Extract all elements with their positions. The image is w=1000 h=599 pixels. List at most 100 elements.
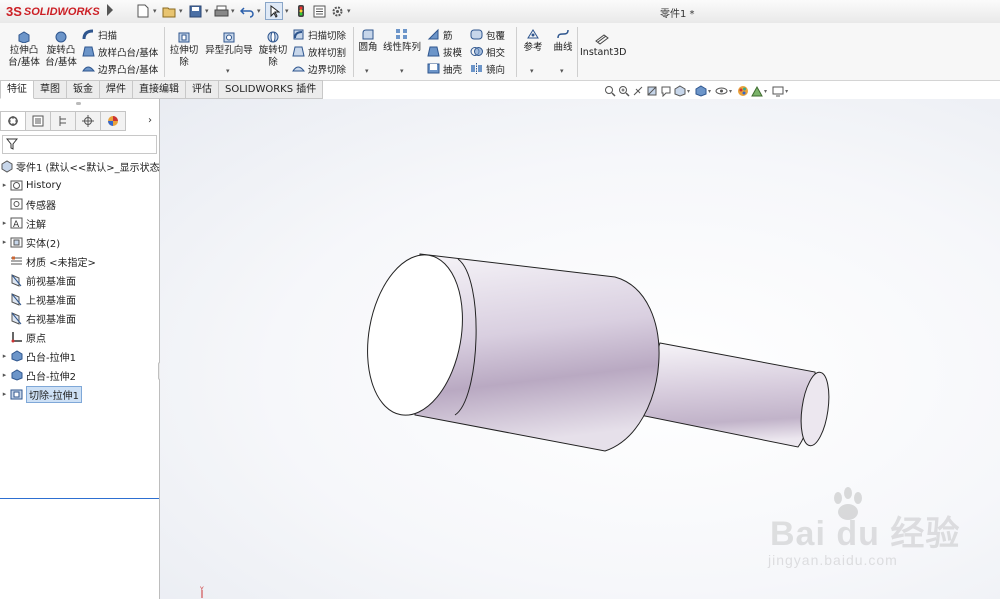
tab-sheet-metal[interactable]: 钣金 bbox=[67, 80, 100, 99]
configuration-manager-tab-icon[interactable] bbox=[51, 111, 76, 131]
extrude-boss-button[interactable]: 拉伸凸台/基体 bbox=[6, 31, 42, 69]
tree-item-boss-extrude1[interactable]: ▸ 凸台-拉伸1 bbox=[0, 347, 159, 365]
revolve-cut-button[interactable]: 旋转切除 bbox=[257, 31, 289, 69]
revolve-boss-button[interactable]: 旋转凸台/基体 bbox=[44, 31, 78, 69]
display-manager-tab-icon[interactable] bbox=[101, 111, 126, 131]
expand-arrow-icon[interactable]: ▸ bbox=[0, 219, 9, 227]
view-orientation-dropdown-icon[interactable]: ▾ bbox=[687, 88, 690, 95]
open-dropdown-icon[interactable]: ▾ bbox=[179, 7, 185, 15]
curves-button[interactable]: 曲线 bbox=[551, 28, 575, 54]
extrude-cut-button[interactable]: 拉伸切除 bbox=[168, 31, 200, 69]
intersect-button[interactable]: 相交 bbox=[470, 43, 505, 60]
open-folder-icon[interactable] bbox=[161, 3, 177, 19]
loft-boss-button[interactable]: 放样凸台/基体 bbox=[82, 43, 158, 60]
print-icon[interactable] bbox=[213, 3, 229, 19]
tab-sketch[interactable]: 草图 bbox=[34, 80, 67, 99]
tree-item-cut-extrude1[interactable]: ▸ 切除-拉伸1 bbox=[0, 385, 159, 403]
undo-icon[interactable] bbox=[239, 3, 255, 19]
edit-appearance-icon[interactable] bbox=[736, 85, 749, 98]
rebuild-traffic-light-icon[interactable] bbox=[293, 3, 309, 19]
fillet-dropdown-icon[interactable]: ▾ bbox=[365, 67, 369, 75]
undo-dropdown-icon[interactable]: ▾ bbox=[257, 7, 263, 15]
linear-pattern-dropdown-icon[interactable]: ▾ bbox=[400, 67, 404, 75]
expand-arrow-icon[interactable]: ▸ bbox=[0, 390, 9, 398]
tree-root-part[interactable]: 零件1 (默认<<默认>_显示状态 bbox=[0, 157, 159, 175]
dynamic-annotation-icon[interactable] bbox=[659, 85, 672, 98]
sweep-button[interactable]: 扫描 bbox=[82, 26, 117, 43]
save-icon[interactable] bbox=[187, 3, 203, 19]
linear-pattern-button[interactable]: 线性阵列 bbox=[382, 28, 422, 54]
dimxpert-manager-tab-icon[interactable] bbox=[76, 111, 101, 131]
reference-geometry-button[interactable]: 参考 bbox=[521, 28, 545, 54]
print-dropdown-icon[interactable]: ▾ bbox=[231, 7, 237, 15]
swept-cut-button[interactable]: 扫描切除 bbox=[292, 26, 346, 43]
heads-up-view-toolbar: ▾ ▾ ▾ ▾ ▾ bbox=[603, 84, 791, 98]
view-settings-dropdown-icon[interactable]: ▾ bbox=[785, 88, 788, 95]
reference-dropdown-icon[interactable]: ▾ bbox=[530, 67, 534, 75]
new-document-icon[interactable] bbox=[135, 3, 151, 19]
save-dropdown-icon[interactable]: ▾ bbox=[205, 7, 211, 15]
display-style-dropdown-icon[interactable]: ▾ bbox=[708, 88, 711, 95]
tree-item-right-plane[interactable]: 右视基准面 bbox=[0, 309, 159, 327]
tree-item-label: 实体(2) bbox=[26, 238, 61, 250]
tree-item-boss-extrude2[interactable]: ▸ 凸台-拉伸2 bbox=[0, 366, 159, 384]
property-manager-tab-icon[interactable] bbox=[26, 111, 51, 131]
tree-item-sensors[interactable]: 传感器 bbox=[0, 195, 159, 213]
shell-button[interactable]: 抽壳 bbox=[427, 60, 462, 77]
feature-manager-tab-icon[interactable] bbox=[0, 111, 26, 131]
expand-arrow-icon[interactable]: ▸ bbox=[0, 371, 9, 379]
menu-expand-arrow-icon[interactable] bbox=[107, 4, 113, 16]
instant3d-button[interactable]: Instant3D bbox=[580, 33, 626, 59]
rib-button[interactable]: 筋 bbox=[427, 26, 453, 43]
select-pointer-icon[interactable] bbox=[265, 2, 283, 20]
more-tabs-chevron-icon[interactable]: › bbox=[148, 115, 152, 126]
tree-item-solid-bodies[interactable]: ▸ 实体(2) bbox=[0, 233, 159, 251]
file-properties-icon[interactable] bbox=[311, 3, 327, 19]
view-settings-monitor-icon[interactable] bbox=[771, 85, 784, 98]
zoom-to-fit-icon[interactable] bbox=[603, 85, 616, 98]
tab-features[interactable]: 特征 bbox=[0, 80, 34, 99]
previous-view-icon[interactable] bbox=[631, 85, 644, 98]
display-style-icon[interactable] bbox=[694, 85, 707, 98]
options-gear-icon[interactable] bbox=[329, 3, 345, 19]
tree-item-history[interactable]: ▸ History bbox=[0, 176, 159, 194]
apply-scene-dropdown-icon[interactable]: ▾ bbox=[764, 88, 767, 95]
tab-solidworks-addins[interactable]: SOLIDWORKS 插件 bbox=[219, 80, 324, 99]
fillet-button[interactable]: 圆角 bbox=[356, 28, 380, 54]
expand-arrow-icon[interactable]: ▸ bbox=[0, 352, 9, 360]
tree-item-origin[interactable]: 原点 bbox=[0, 328, 159, 346]
tree-item-annotations[interactable]: ▸ A 注解 bbox=[0, 214, 159, 232]
small-cylinder-body[interactable] bbox=[634, 342, 817, 448]
tree-item-top-plane[interactable]: 上视基准面 bbox=[0, 290, 159, 308]
tab-weldments[interactable]: 焊件 bbox=[100, 80, 133, 99]
hide-show-items-icon[interactable] bbox=[715, 85, 728, 98]
tab-direct-editing[interactable]: 直接编辑 bbox=[133, 80, 186, 99]
wrap-button[interactable]: 包覆 bbox=[470, 26, 505, 43]
tree-item-material[interactable]: 材质 <未指定> bbox=[0, 252, 159, 270]
select-dropdown-icon[interactable]: ▾ bbox=[285, 7, 291, 15]
section-view-icon[interactable] bbox=[645, 85, 658, 98]
mirror-button[interactable]: 镜向 bbox=[470, 60, 505, 77]
tree-item-front-plane[interactable]: 前视基准面 bbox=[0, 271, 159, 289]
hole-wizard-dropdown-icon[interactable]: ▾ bbox=[226, 67, 230, 75]
options-dropdown-icon[interactable]: ▾ bbox=[347, 7, 353, 15]
new-dropdown-icon[interactable]: ▾ bbox=[153, 7, 159, 15]
lofted-cut-button[interactable]: 放样切割 bbox=[292, 43, 346, 60]
tab-evaluate[interactable]: 评估 bbox=[186, 80, 219, 99]
apply-scene-icon[interactable] bbox=[750, 85, 763, 98]
zoom-to-area-icon[interactable] bbox=[617, 85, 630, 98]
solidworks-logo[interactable]: 3S SOLIDWORKS bbox=[6, 4, 100, 19]
feature-tree-filter-input[interactable] bbox=[2, 135, 157, 154]
boundary-cut-button[interactable]: 边界切除 bbox=[292, 60, 346, 77]
hide-show-dropdown-icon[interactable]: ▾ bbox=[729, 88, 732, 95]
hole-wizard-button[interactable]: 异型孔向导 bbox=[204, 31, 254, 57]
expand-arrow-icon[interactable]: ▸ bbox=[0, 238, 9, 246]
boundary-boss-button[interactable]: 边界凸台/基体 bbox=[82, 60, 158, 77]
expand-arrow-icon[interactable]: ▸ bbox=[0, 181, 9, 189]
curves-dropdown-icon[interactable]: ▾ bbox=[560, 67, 564, 75]
instant3d-icon bbox=[595, 34, 609, 45]
view-orientation-icon[interactable] bbox=[673, 85, 686, 98]
draft-button[interactable]: 拔模 bbox=[427, 43, 462, 60]
panel-grip-handle[interactable] bbox=[76, 102, 81, 105]
rollback-bar[interactable] bbox=[0, 498, 159, 499]
